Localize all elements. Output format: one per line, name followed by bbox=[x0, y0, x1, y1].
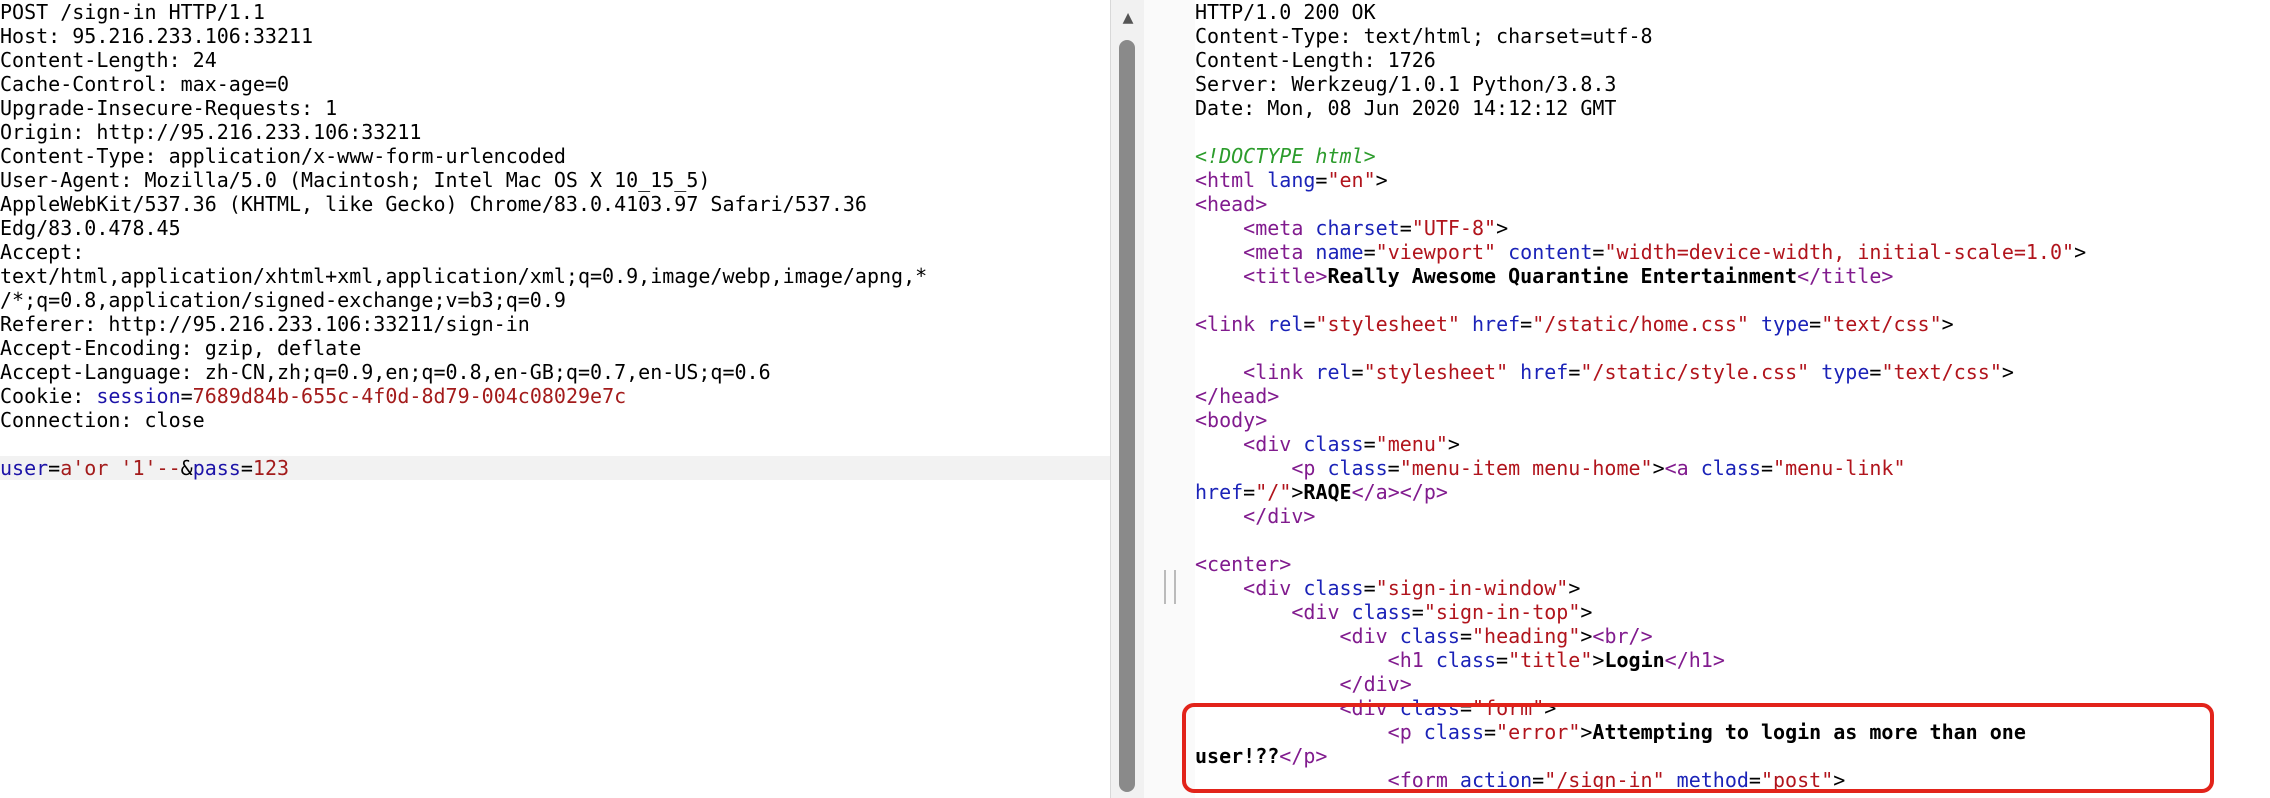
request-header-line: Edg/83.0.478.45 bbox=[0, 216, 181, 240]
request-header-line: AppleWebKit/537.36 (KHTML, like Gecko) C… bbox=[0, 192, 867, 216]
meta-charset-line: <meta charset="UTF-8"> bbox=[1243, 216, 1509, 240]
div-sign-in-top-line: <div class="sign-in-top"> bbox=[1291, 600, 1593, 624]
request-scrollbar[interactable]: ▲ bbox=[1110, 0, 1146, 798]
link-home-css-line: <link rel="stylesheet" href="/static/hom… bbox=[1195, 312, 1954, 336]
request-header-line: Referer: http://95.216.233.106:33211/sig… bbox=[0, 312, 530, 336]
response-header-line: Content-Type: text/html; charset=utf-8 bbox=[1195, 24, 1653, 48]
h1-title-line: <h1 class="title">Login</h1> bbox=[1387, 648, 1725, 672]
response-header-line: HTTP/1.0 200 OK bbox=[1195, 0, 1376, 24]
scroll-up-icon[interactable]: ▲ bbox=[1111, 0, 1145, 34]
pane-splitter[interactable] bbox=[1144, 0, 1196, 798]
response-header-line: Server: Werkzeug/1.0.1 Python/3.8.3 bbox=[1195, 72, 1617, 96]
request-header-line: text/html,application/xhtml+xml,applicat… bbox=[0, 264, 928, 288]
splitter-grip-icon[interactable] bbox=[1164, 570, 1176, 604]
request-header-line: POST /sign-in HTTP/1.1 bbox=[0, 0, 265, 24]
request-header-line: User-Agent: Mozilla/5.0 (Macintosh; Inte… bbox=[0, 168, 711, 192]
request-header-line: Content-Type: application/x-www-form-url… bbox=[0, 144, 566, 168]
meta-viewport-line: <meta name="viewport" content="width=dev… bbox=[1243, 240, 2087, 264]
request-header-line: Accept-Language: zh-CN,zh;q=0.9,en;q=0.8… bbox=[0, 360, 771, 384]
request-header-line: Host: 95.216.233.106:33211 bbox=[0, 24, 314, 48]
request-body[interactable]: user=a'or '1'--&pass=123 bbox=[0, 456, 1110, 480]
p-error-line: <p class="error">Attempting to login as … bbox=[1387, 720, 2026, 744]
scrollbar-thumb[interactable] bbox=[1119, 40, 1135, 792]
html-tag-line: <html lang="en"> bbox=[1195, 168, 1388, 192]
p-menu-item-line: <p class="menu-item menu-home"><a class=… bbox=[1291, 456, 1906, 480]
response-header-line: Date: Mon, 08 Jun 2020 14:12:12 GMT bbox=[1195, 96, 1617, 120]
div-sign-in-window-line: <div class="sign-in-window"> bbox=[1243, 576, 1581, 600]
request-header-line: Upgrade-Insecure-Requests: 1 bbox=[0, 96, 338, 120]
a-href-line: href="/">RAQE</a></p> bbox=[1195, 480, 1448, 504]
response-headers: HTTP/1.0 200 OK Content-Type: text/html; … bbox=[1195, 0, 2270, 120]
request-header-line: Accept-Encoding: gzip, deflate bbox=[0, 336, 362, 360]
request-pane[interactable]: POST /sign-in HTTP/1.1 Host: 95.216.233.1… bbox=[0, 0, 1110, 798]
connection-header: Connection: close bbox=[0, 408, 205, 432]
div-menu-line: <div class="menu"> bbox=[1243, 432, 1460, 456]
request-header-line: Cache-Control: max-age=0 bbox=[0, 72, 289, 96]
request-headers: POST /sign-in HTTP/1.1 Host: 95.216.233.1… bbox=[0, 0, 1110, 384]
div-close-line: </div> bbox=[1339, 672, 1412, 696]
doctype-line: <!DOCTYPE html> bbox=[1195, 144, 1376, 168]
error-continuation-line: user!??</p> bbox=[1195, 744, 1328, 768]
request-header-line: Content-Length: 24 bbox=[0, 48, 217, 72]
title-line: <title>Really Awesome Quarantine Enterta… bbox=[1243, 264, 1894, 288]
request-header-line: /*;q=0.8,application/signed-exchange;v=b… bbox=[0, 288, 566, 312]
form-action-line: <form action="/sign-in" method="post"> bbox=[1387, 768, 1846, 792]
div-heading-line: <div class="heading"><br/> bbox=[1339, 624, 1653, 648]
div-close-line: </div> bbox=[1243, 504, 1316, 528]
body-open-line: <body> bbox=[1195, 408, 1268, 432]
center-open-line: <center> bbox=[1195, 552, 1292, 576]
request-header-line: Origin: http://95.216.233.106:33211 bbox=[0, 120, 422, 144]
response-pane[interactable]: HTTP/1.0 200 OK Content-Type: text/html; … bbox=[1195, 0, 2270, 798]
head-close-line: </head> bbox=[1195, 384, 1280, 408]
request-header-line: Accept: bbox=[0, 240, 85, 264]
link-style-css-line: <link rel="stylesheet" href="/static/sty… bbox=[1243, 360, 2014, 384]
cookie-header: Cookie: session=7689d84b-655c-4f0d-8d79-… bbox=[0, 384, 627, 408]
div-form-line: <div class="form"> bbox=[1339, 696, 1557, 720]
head-open-line: <head> bbox=[1195, 192, 1268, 216]
response-header-line: Content-Length: 1726 bbox=[1195, 48, 1436, 72]
